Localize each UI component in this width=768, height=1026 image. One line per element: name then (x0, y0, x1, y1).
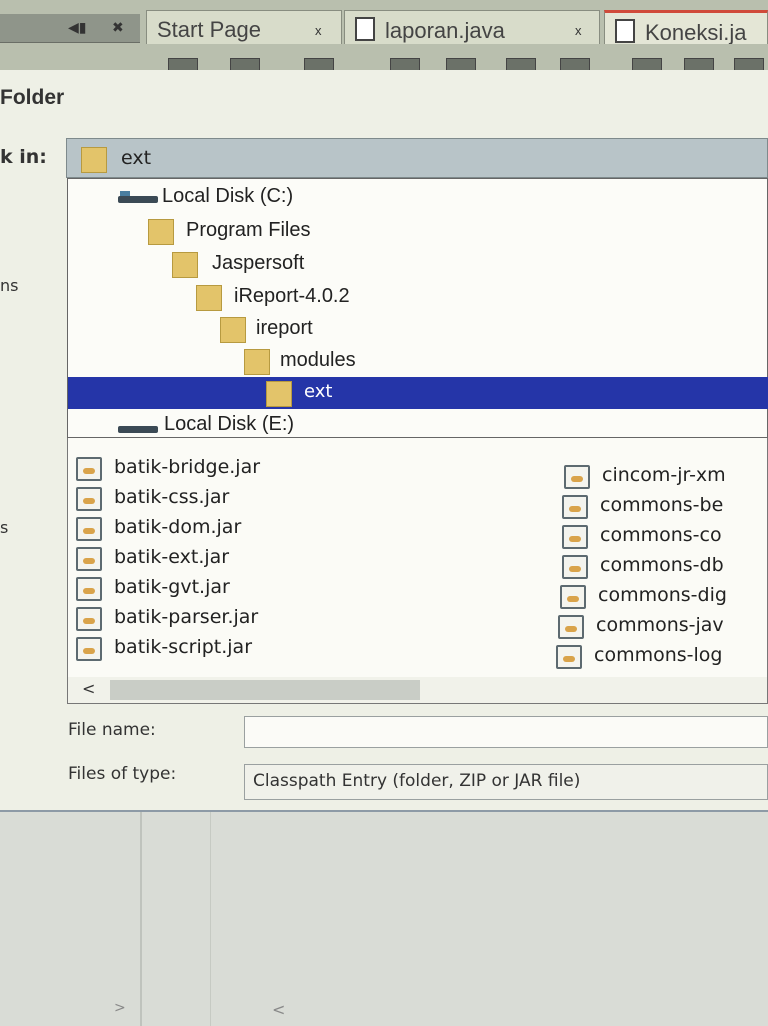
editor-toolbar (150, 50, 768, 74)
file-list: batik-awt-util.jar batik-bridge.jar bati… (67, 438, 768, 704)
jar-file-icon (76, 487, 102, 511)
look-in-dropdown-list: Local Disk (C:) Program Files Jaspersoft… (67, 178, 768, 438)
dropdown-item-modules[interactable]: modules (68, 347, 768, 375)
hard-disk-icon (118, 421, 158, 433)
folder-icon (196, 285, 222, 311)
files-of-type-select[interactable]: Classpath Entry (folder, ZIP or JAR file… (244, 764, 768, 800)
scroll-tabs-icon[interactable]: ◀▮ (68, 20, 86, 36)
folder-icon (81, 147, 107, 173)
ide-tab-bar: ◀▮ ✖ Start Page x laporan.java x Koneksi… (0, 0, 768, 74)
dropdown-item-program-files[interactable]: Program Files (68, 217, 768, 245)
side-label-fragment: ns (0, 276, 19, 295)
file-name: cincom-jr-xm (602, 464, 726, 486)
panel-divider (140, 812, 142, 1026)
jar-file-icon (564, 465, 590, 489)
hard-disk-icon (118, 191, 158, 203)
look-in-label: k in: (0, 146, 47, 168)
dropdown-item-local-disk-e[interactable]: Local Disk (E:) (68, 411, 768, 439)
jar-file-icon (562, 555, 588, 579)
file-name: commons-co (600, 524, 722, 546)
folder-icon (172, 252, 198, 278)
tab-label: Koneksi.ja (645, 20, 747, 44)
jar-file-icon (556, 645, 582, 669)
file-name: batik-bridge.jar (114, 456, 261, 478)
jar-file-icon (76, 607, 102, 631)
dropdown-item-ireport[interactable]: ireport (68, 315, 768, 343)
tab-start-page[interactable]: Start Page x (146, 10, 342, 44)
file-name: commons-be (600, 494, 724, 516)
dropdown-item-label: modules (280, 349, 356, 371)
jar-file-icon (76, 457, 102, 481)
file-name-input[interactable] (244, 716, 768, 748)
jar-file-icon (76, 637, 102, 661)
dropdown-item-label: Program Files (186, 219, 311, 241)
tab-close-icon[interactable]: x (575, 23, 582, 38)
file-name: batik-ext.jar (114, 546, 230, 568)
look-in-value: ext (121, 147, 152, 169)
chevron-left-icon: < (272, 1000, 286, 1019)
files-of-type-value: Classpath Entry (folder, ZIP or JAR file… (253, 771, 581, 791)
close-panel-icon[interactable]: ✖ (112, 20, 124, 36)
side-label-fragment: s (0, 518, 9, 537)
scroll-left-icon[interactable]: < (82, 679, 95, 698)
tab-label: laporan.java (385, 18, 505, 43)
tab-laporan-java[interactable]: laporan.java x (344, 10, 600, 44)
jar-file-icon (562, 495, 588, 519)
scrollbar-thumb[interactable] (110, 680, 420, 700)
java-file-icon (615, 19, 635, 43)
tab-close-icon[interactable]: x (315, 23, 322, 38)
file-name: batik-css.jar (114, 486, 230, 508)
file-name: batik-script.jar (114, 636, 253, 658)
folder-icon (266, 381, 292, 407)
file-name: commons-db (600, 554, 724, 576)
dropdown-item-ext[interactable]: ext (68, 377, 768, 409)
file-name: batik-parser.jar (114, 606, 259, 628)
dropdown-item-local-disk-c[interactable]: Local Disk (C:) (68, 183, 768, 211)
file-name: batik-gvt.jar (114, 576, 230, 598)
dropdown-item-label: Local Disk (C:) (162, 185, 294, 207)
panel-divider (210, 812, 211, 1026)
folder-icon (148, 219, 174, 245)
jar-file-icon (562, 525, 588, 549)
look-in-combobox[interactable]: ext (66, 138, 768, 178)
jar-file-icon (76, 577, 102, 601)
dropdown-item-label: Local Disk (E:) (164, 413, 295, 435)
files-of-type-label: Files of type: (68, 764, 177, 784)
file-name: commons-dig (598, 584, 727, 606)
dropdown-item-ireport-4-0-2[interactable]: iReport-4.0.2 (68, 283, 768, 311)
dropdown-item-label: ireport (256, 317, 313, 339)
chevron-right-icon: > (114, 1000, 126, 1016)
file-name: commons-log (594, 644, 723, 666)
jar-file-icon (76, 547, 102, 571)
dropdown-item-label: Jaspersoft (212, 252, 305, 274)
dropdown-item-label: ext (304, 381, 333, 402)
ide-panel-controls: ◀▮ ✖ (0, 14, 140, 43)
folder-chooser-dialog: Folder k in: ns s ext Local Disk (C:) Pr… (0, 70, 768, 810)
background-panel: > < (0, 810, 768, 1026)
tab-label: Start Page (157, 17, 261, 42)
file-name-label: File name: (68, 720, 156, 740)
dropdown-item-jaspersoft[interactable]: Jaspersoft (68, 250, 768, 278)
file-name: batik-dom.jar (114, 516, 242, 538)
jar-file-icon (558, 615, 584, 639)
dialog-title: Folder (0, 86, 65, 109)
dropdown-item-label: iReport-4.0.2 (234, 285, 350, 307)
jar-file-icon (560, 585, 586, 609)
horizontal-scrollbar[interactable]: < (68, 677, 767, 703)
jar-file-icon (76, 517, 102, 541)
file-name: commons-jav (596, 614, 724, 636)
java-file-icon (355, 17, 375, 41)
folder-icon (244, 349, 270, 375)
folder-icon (220, 317, 246, 343)
tab-koneksi-java[interactable]: Koneksi.ja (604, 10, 768, 44)
